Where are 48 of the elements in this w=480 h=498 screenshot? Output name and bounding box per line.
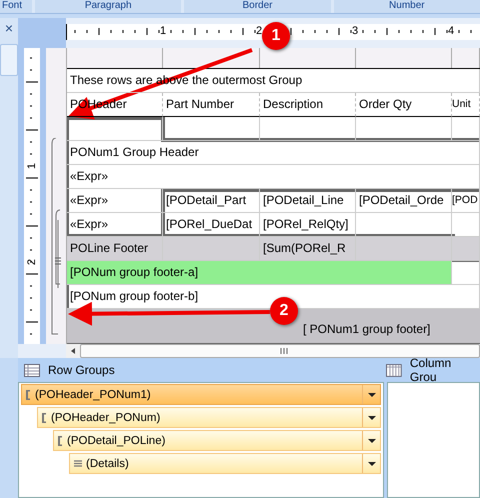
scroll-left-button[interactable] [66,344,80,358]
ribbon-group-label: Number [334,0,480,13]
ruler-label: 2 [256,25,262,37]
bracket-icon [42,412,47,422]
list-icon [24,364,40,376]
table-cell: [PODetail_Line [260,189,356,213]
group-label: (Details) [86,458,129,470]
table-cell: Part Number [163,93,260,117]
table-cell: POLine Footer [67,237,163,261]
caret-icon [368,392,376,396]
panel-title: Column Grou [410,356,452,384]
ribbon-group-label: Paragraph [35,0,182,13]
table-cell: [POD [452,189,480,213]
close-button[interactable]: × [4,20,14,36]
row-group-item[interactable]: (POHeader_PONum1) [21,384,381,405]
columns-icon [386,364,402,376]
row-group-item[interactable]: (PODetail_POLine) [53,430,381,451]
ruler-label: 3 [352,25,358,37]
group-label: (POHeader_PONum1) [35,388,151,400]
bracket-icon [26,390,31,400]
bracket-icon [58,436,63,446]
table-cell: PONum1 Group Header [67,141,480,165]
table-cell: [PODetail_Part [163,189,260,213]
caret-icon [368,416,376,420]
panel-title: Row Groups [48,363,115,377]
table-cell: Order Qty [356,93,452,117]
details-icon [74,460,82,467]
table-cell: [PONum group footer-a] [67,261,452,285]
caret-icon [368,438,376,442]
table-cell: [PODetail_Orde [356,189,452,213]
ruler-label: 4 [448,25,454,37]
ruler-label: 1 [160,25,166,37]
caret-icon [368,462,376,466]
group-label: (POHeader_PONum) [51,412,160,424]
table-cell: «Expr» [67,165,480,189]
ribbon-group-label: Border [184,0,331,13]
table-cell: «Expr» [67,189,163,213]
ruler-label: 2 [26,258,38,268]
group-label: (PODetail_POLine) [67,434,166,446]
row-group-item[interactable]: (POHeader_PONum) [37,407,381,428]
caret-icon [71,348,75,354]
table-cell: Unit [452,93,480,117]
ribbon-group-label: Font [0,0,32,13]
table-cell: Description [260,93,356,117]
scrollbar-thumb[interactable] [80,344,480,358]
empty-cell [452,117,480,141]
table-cell: [Sum(PORel_R [260,237,356,261]
row-group-item[interactable]: (Details) [69,453,381,474]
